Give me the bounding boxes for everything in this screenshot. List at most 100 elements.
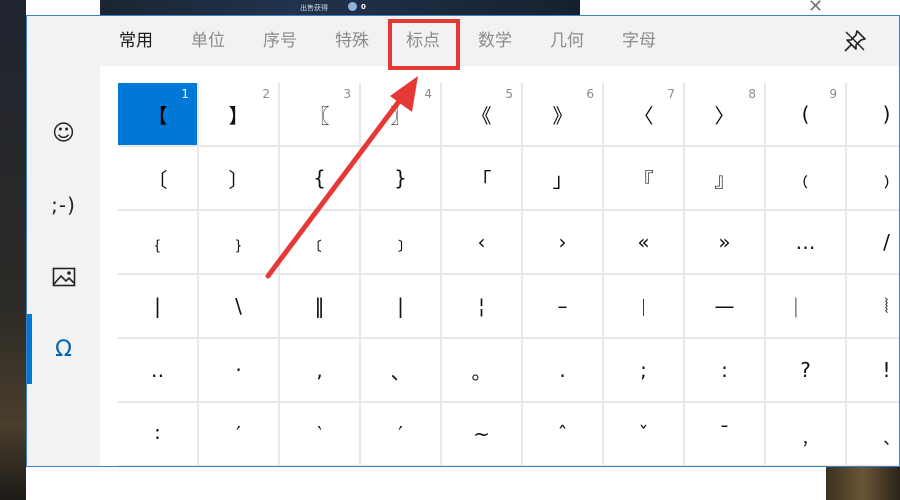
symbol-cell[interactable]: 』: [685, 147, 766, 211]
symbol-cell[interactable]: 「: [442, 147, 523, 211]
symbol-cell[interactable]: ′: [199, 403, 280, 466]
symbol-cell[interactable]: ;: [604, 339, 685, 403]
kaomoji-category-button[interactable]: ;-): [27, 170, 100, 240]
symbol-cell[interactable]: 〗 4: [361, 83, 442, 147]
symbol-cell[interactable]: 。: [442, 339, 523, 403]
symbol-cell[interactable]: 《 5: [442, 83, 523, 147]
symbol-cell[interactable]: ︱: [604, 275, 685, 339]
symbol-cell[interactable]: ﹐: [766, 403, 847, 466]
symbol-glyph: ﹚: [876, 167, 897, 192]
symbol-cell[interactable]: ˆ: [523, 403, 604, 466]
symbol-cell[interactable]: ﹛: [118, 211, 199, 275]
symbol-cell[interactable]: |: [118, 275, 199, 339]
shortcut-number: 2: [262, 87, 270, 101]
symbol-glyph: 」: [552, 167, 573, 192]
symbol-cell[interactable]: 〕: [199, 147, 280, 211]
symbol-cell[interactable]: ﹚: [847, 147, 899, 211]
symbol-cell[interactable]: ∶: [118, 403, 199, 466]
symbol-cell[interactable]: «: [604, 211, 685, 275]
symbol-cell[interactable]: —: [685, 275, 766, 339]
symbol-cell[interactable]: ′: [361, 403, 442, 466]
highlight-box: [388, 19, 460, 70]
symbol-glyph: ;: [640, 358, 647, 382]
gem-icon: [348, 2, 357, 11]
symbol-cell[interactable]: 〉 8: [685, 83, 766, 147]
symbol-glyph: »: [718, 230, 731, 254]
symbol-cell[interactable]: ˉ: [685, 403, 766, 466]
symbol-glyph: }: [394, 166, 407, 190]
symbol-glyph: ﹐: [795, 423, 816, 448]
symbol-cell[interactable]: |: [361, 275, 442, 339]
symbol-cell[interactable]: …: [766, 211, 847, 275]
symbol-cell[interactable]: 〈 7: [604, 83, 685, 147]
symbol-cell[interactable]: ︳: [766, 275, 847, 339]
symbol-glyph: ‵: [317, 422, 322, 446]
symbol-cell[interactable]: !: [847, 339, 899, 403]
symbol-cell[interactable]: –: [523, 275, 604, 339]
symbol-glyph: ⦚: [884, 294, 889, 318]
symbol-cell[interactable]: 〖 3: [280, 83, 361, 147]
emoji-category-button[interactable]: ☺: [27, 98, 100, 168]
symbol-glyph: |: [154, 294, 161, 318]
symbol-cell[interactable]: (9: [766, 83, 847, 147]
symbol-cell[interactable]: ¦: [442, 275, 523, 339]
symbol-cell[interactable]: ·: [199, 339, 280, 403]
symbol-cell[interactable]: 、: [361, 339, 442, 403]
symbol-glyph: \: [235, 294, 242, 318]
symbol-cell[interactable]: 〔: [118, 147, 199, 211]
symbol-cell[interactable]: {: [280, 147, 361, 211]
symbol-cell[interactable]: ﹑: [847, 403, 899, 466]
symbols-category-button[interactable]: Ω: [27, 314, 100, 384]
symbol-cell[interactable]: 】 2: [199, 83, 280, 147]
tab-geometry[interactable]: 几何: [541, 16, 593, 66]
symbol-cell[interactable]: ﹜: [199, 211, 280, 275]
symbol-cell[interactable]: }: [361, 147, 442, 211]
symbol-cell[interactable]: \: [199, 275, 280, 339]
symbol-cell[interactable]: ﹙: [766, 147, 847, 211]
tab-math[interactable]: 数学: [469, 16, 521, 66]
tab-units[interactable]: 单位: [182, 16, 234, 66]
symbol-glyph: 〈: [633, 103, 654, 128]
tab-letters[interactable]: 字母: [613, 16, 665, 66]
pin-icon[interactable]: [842, 28, 868, 54]
symbol-glyph: ′: [236, 422, 241, 446]
symbol-cell[interactable]: :: [685, 339, 766, 403]
symbol-cell[interactable]: ?: [766, 339, 847, 403]
symbol-cell[interactable]: ﹝: [280, 211, 361, 275]
symbol-cell[interactable]: ‵: [280, 403, 361, 466]
symbol-glyph: ‹: [477, 230, 486, 254]
tab-ordinals[interactable]: 序号: [254, 16, 306, 66]
symbol-cell[interactable]: ): [847, 83, 899, 147]
symbol-cell[interactable]: ﹞: [361, 211, 442, 275]
symbol-cell[interactable]: ›: [523, 211, 604, 275]
tab-special[interactable]: 特殊: [326, 16, 378, 66]
symbol-cell[interactable]: ,: [280, 339, 361, 403]
omega-icon: Ω: [55, 336, 72, 362]
symbol-cell[interactable]: ⦚: [847, 275, 899, 339]
symbol-cell[interactable]: /: [847, 211, 899, 275]
symbol-glyph: ︱: [633, 295, 654, 320]
symbol-cell[interactable]: ‖: [280, 275, 361, 339]
symbol-cell[interactable]: 」: [523, 147, 604, 211]
symbol-cell[interactable]: ˇ: [604, 403, 685, 466]
symbol-glyph: 〕: [228, 167, 249, 192]
shortcut-number: 5: [505, 87, 513, 101]
tab-common[interactable]: 常用: [110, 16, 162, 66]
background-indicator-text: 出售获得: [300, 4, 328, 12]
symbol-glyph: ¦: [478, 294, 485, 318]
gif-category-button[interactable]: [27, 242, 100, 312]
symbol-cell[interactable]: »: [685, 211, 766, 275]
symbol-cell[interactable]: ‥: [118, 339, 199, 403]
symbol-cell[interactable]: ‹: [442, 211, 523, 275]
symbol-cell[interactable]: .: [523, 339, 604, 403]
symbol-cell[interactable]: 》 6: [523, 83, 604, 147]
symbol-cell[interactable]: 【1: [118, 83, 199, 147]
symbol-cell[interactable]: ~: [442, 403, 523, 466]
symbol-glyph: 』: [714, 167, 735, 192]
symbol-glyph: …: [795, 230, 816, 254]
symbol-glyph: 『: [633, 167, 654, 192]
symbol-cell[interactable]: 『: [604, 147, 685, 211]
symbol-glyph: /: [883, 230, 890, 254]
symbol-glyph: 〗: [390, 103, 411, 128]
symbol-glyph: ·: [235, 358, 242, 382]
